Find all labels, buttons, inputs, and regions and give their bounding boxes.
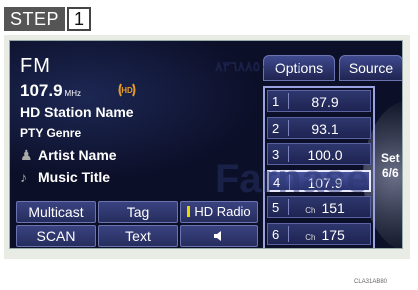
title-row: ♪ Music Title xyxy=(20,169,110,185)
preset-page: 6/6 xyxy=(382,166,399,180)
preset-value: 87.9 xyxy=(268,94,370,110)
sound-settings-button[interactable] xyxy=(180,225,258,247)
audio-screen: FM 107.9 MHz HD HD Station Name PTY Genre… xyxy=(9,40,403,249)
step-header: STEP 1 xyxy=(4,7,92,31)
artist-icon: ♟ xyxy=(20,147,33,163)
hd-radio-label: HD Radio xyxy=(194,204,251,219)
band-label: FM xyxy=(20,55,51,77)
channel-prefix: Ch xyxy=(305,232,316,242)
preset-frequency: 175 xyxy=(321,226,345,243)
step-number: 1 xyxy=(67,7,92,31)
preset-frequency: 151 xyxy=(321,200,345,216)
preset-value: 93.1 xyxy=(268,121,370,137)
artist-name: Artist Name xyxy=(38,147,117,163)
preset-page-indicator: Set 6/6 xyxy=(381,151,400,181)
music-title: Music Title xyxy=(38,169,111,185)
preset-value: Ch 151 xyxy=(268,200,370,216)
hd-radio-indicator xyxy=(187,206,191,217)
watermark-text: Farnase xyxy=(215,157,369,201)
screen-frame: FM 107.9 MHz HD HD Station Name PTY Genre… xyxy=(4,35,410,259)
station-name: HD Station Name xyxy=(20,104,134,120)
preset-button-2[interactable]: 2 93.1 xyxy=(267,116,371,139)
preset-button-6[interactable]: 6 Ch 175 xyxy=(267,222,371,245)
text-button[interactable]: Text xyxy=(98,225,178,247)
music-note-icon: ♪ xyxy=(20,169,27,185)
preset-value: Ch 175 xyxy=(268,227,370,243)
speaker-icon xyxy=(214,231,221,241)
frequency-display: 107.9 MHz xyxy=(20,81,81,101)
step-label: STEP xyxy=(4,7,66,31)
channel-prefix: Ch xyxy=(305,206,316,215)
preset-button-1[interactable]: 1 87.9 xyxy=(267,90,371,112)
frequency-value: 107.9 xyxy=(20,81,63,100)
preset-frequency: 93.1 xyxy=(311,120,339,137)
scan-button[interactable]: SCAN xyxy=(16,225,96,247)
pty-genre: PTY Genre xyxy=(20,126,82,140)
preset-frequency: 87.9 xyxy=(311,94,339,110)
hd-radio-signal-icon: HD xyxy=(118,83,136,97)
frequency-unit: MHz xyxy=(64,89,81,98)
watermark-digits: ٠٢١-٨٣٦٨٨٥٠٠ xyxy=(215,58,303,74)
svg-text:HD: HD xyxy=(121,86,133,95)
source-button[interactable]: Source xyxy=(339,55,402,81)
set-label: Set xyxy=(381,151,400,165)
multicast-button[interactable]: Multicast xyxy=(16,201,96,223)
artist-row: ♟ Artist Name xyxy=(20,147,117,164)
image-code: CLA31AB80 xyxy=(354,279,388,285)
tag-button[interactable]: Tag xyxy=(98,201,178,223)
hd-radio-button[interactable]: HD Radio xyxy=(180,201,258,223)
